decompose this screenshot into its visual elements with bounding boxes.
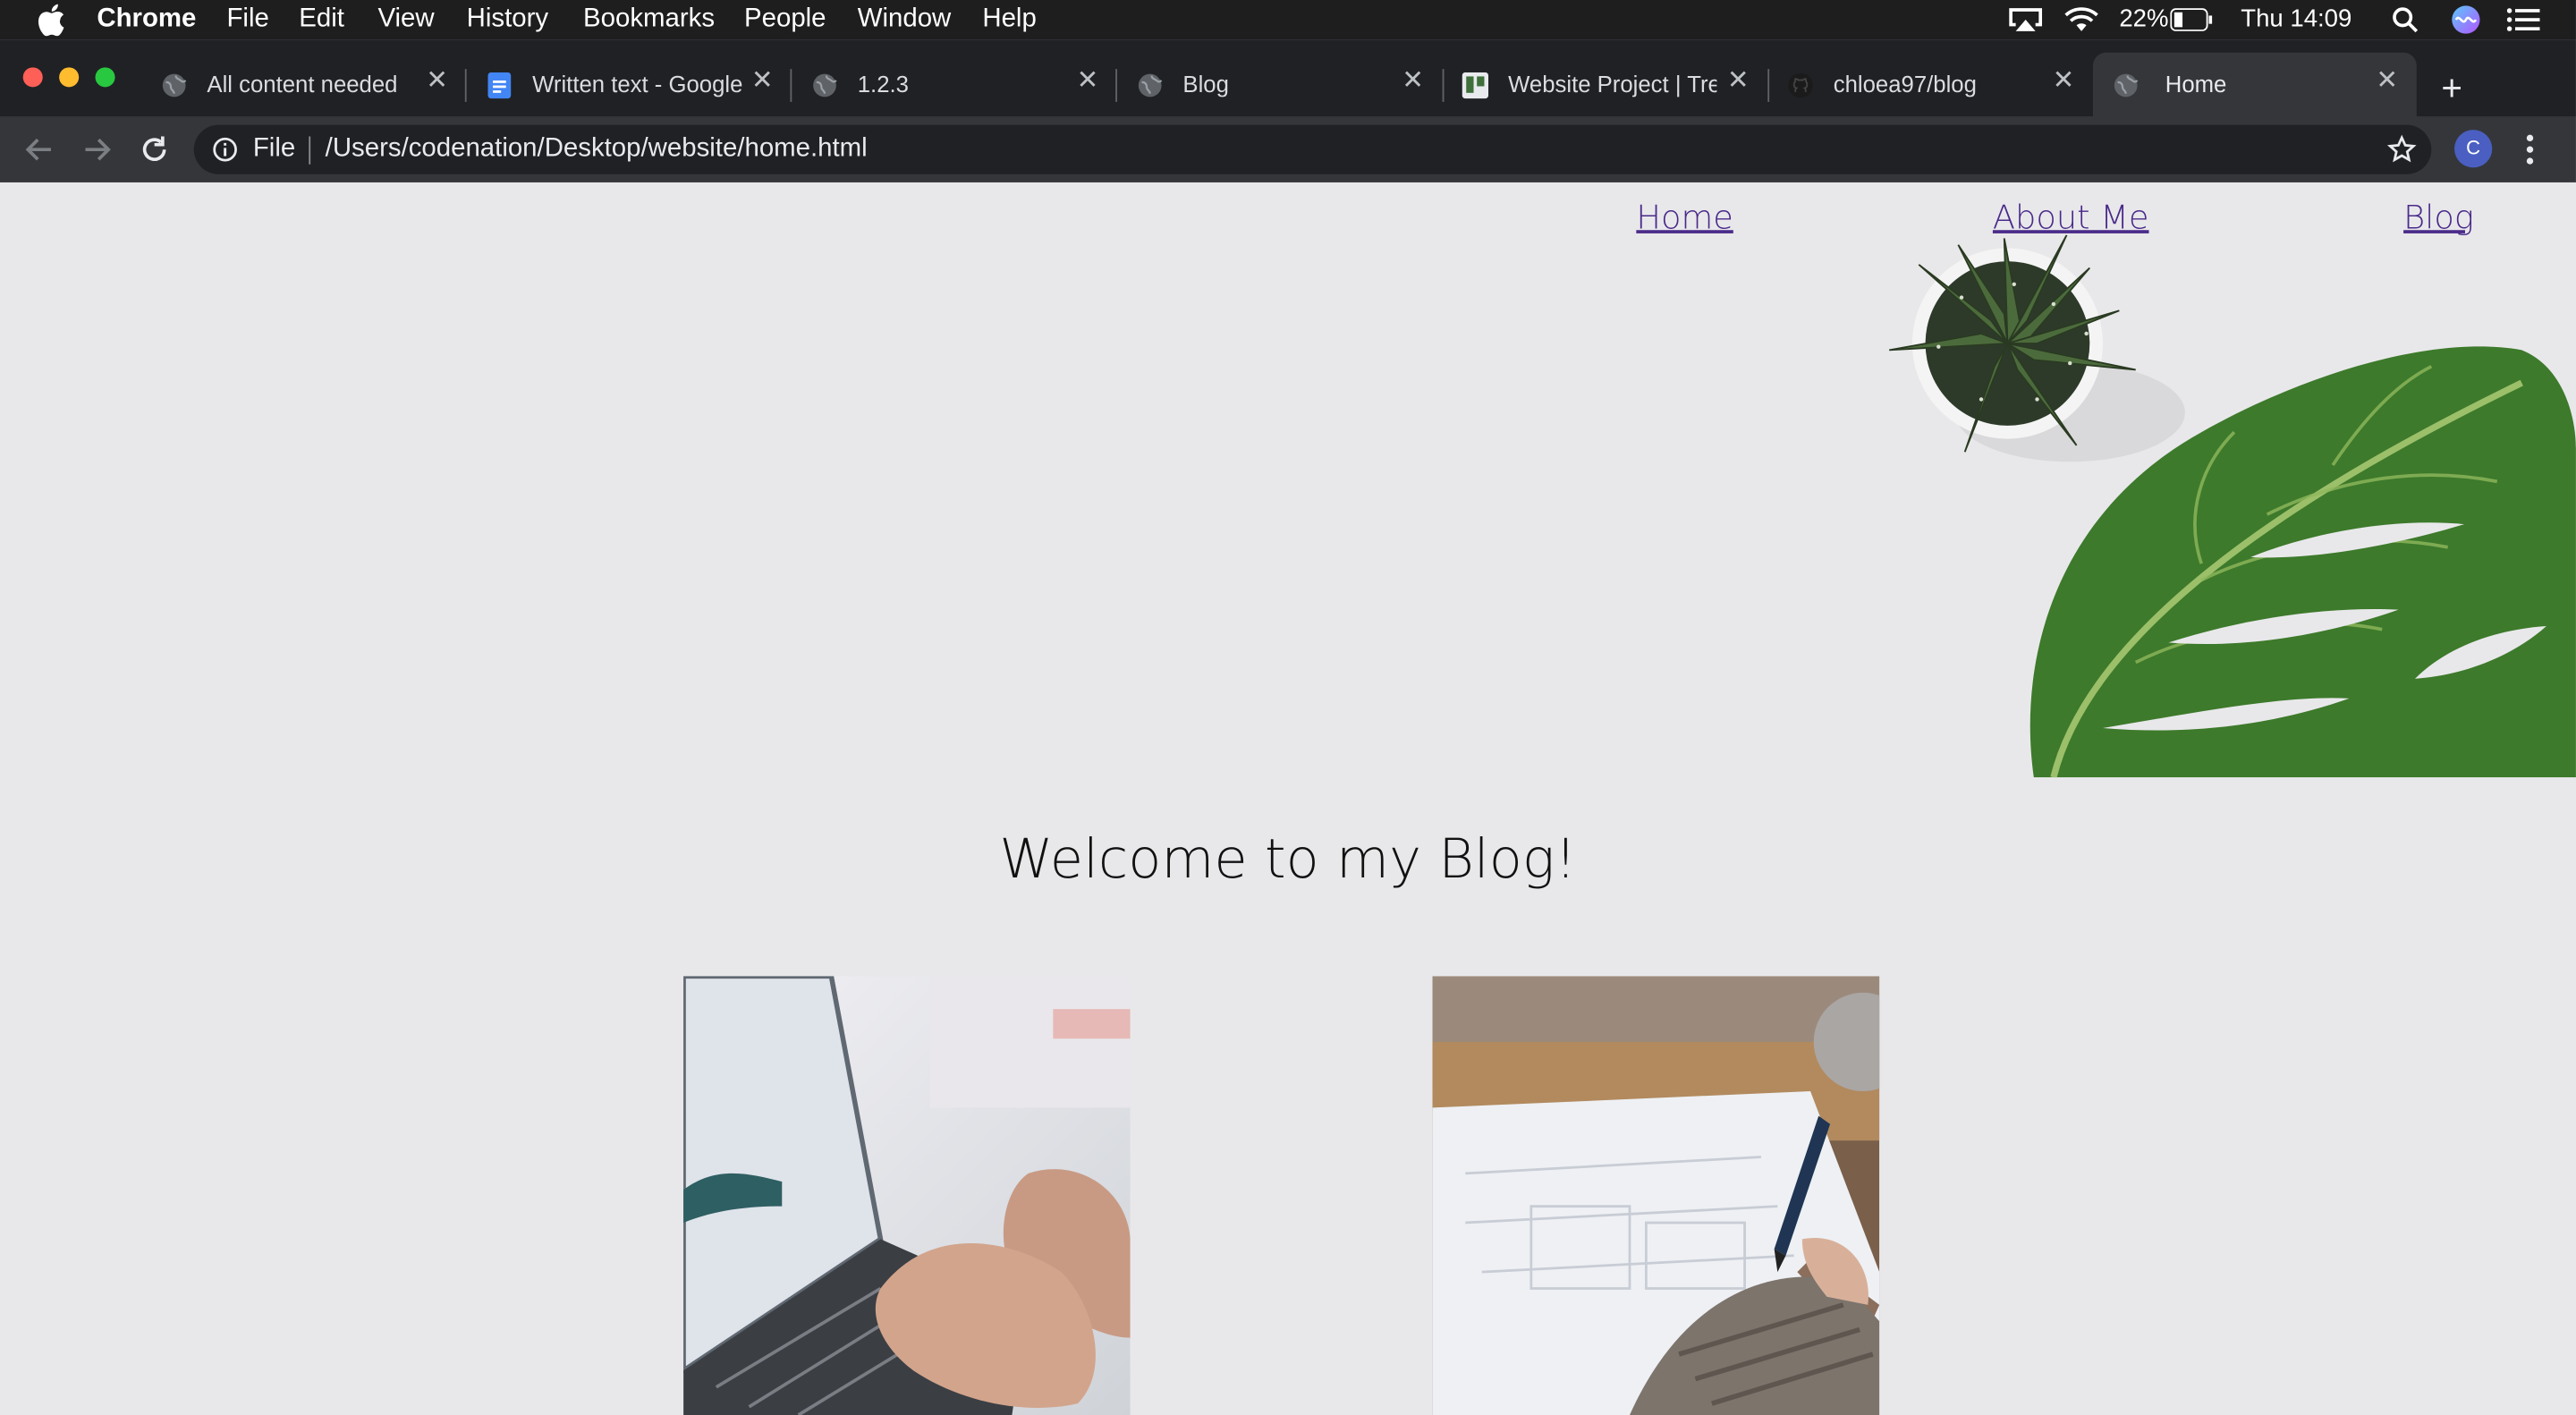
- bookmark-star-icon[interactable]: [2386, 134, 2417, 165]
- globe-icon: [2114, 73, 2139, 97]
- close-tab-icon[interactable]: ✕: [2374, 68, 2400, 95]
- github-icon: [1788, 72, 1813, 98]
- tab-title: Blog: [1182, 71, 1229, 97]
- more-menu-icon[interactable]: [2519, 131, 2542, 167]
- tab-title: Home: [2165, 71, 2227, 97]
- tab-1-2-3[interactable]: 1.2.3 ✕: [811, 53, 1107, 117]
- menu-bookmarks[interactable]: Bookmarks: [583, 5, 715, 35]
- status-area: 22% Thu 14:09: [2004, 5, 2563, 35]
- tab-title: All content needed: [207, 71, 398, 97]
- tab-written-text[interactable]: Written text - Google ✕: [487, 53, 783, 117]
- tab-title: Written text - Google: [532, 71, 743, 97]
- menu-edit[interactable]: Edit: [299, 5, 344, 35]
- menu-file[interactable]: File: [226, 5, 268, 35]
- info-icon[interactable]: [212, 137, 238, 163]
- menu-app-name[interactable]: Chrome: [97, 5, 196, 35]
- tab-home-active[interactable]: Home ✕: [2092, 52, 2417, 117]
- url-divider: [309, 136, 311, 165]
- globe-icon: [813, 73, 837, 97]
- globe-icon: [162, 73, 187, 97]
- nav-link-home[interactable]: Home: [1636, 197, 1733, 236]
- tab-separator: [1442, 69, 1445, 102]
- battery-icon[interactable]: [2170, 8, 2213, 31]
- browser-toolbar: File /Users/codenation/Desktop/website/h…: [0, 116, 2576, 182]
- zoom-window-button[interactable]: [95, 67, 115, 88]
- welcome-heading: Welcome to my Blog!: [999, 826, 1577, 891]
- reload-icon[interactable]: [136, 131, 172, 167]
- notification-center-icon[interactable]: [2506, 8, 2540, 31]
- tab-separator: [790, 69, 792, 102]
- siri-icon[interactable]: [2451, 5, 2480, 35]
- tab-blog[interactable]: Blog ✕: [1137, 53, 1433, 117]
- battery-percent: 22%: [2119, 4, 2169, 33]
- web-page: Home About Me Blog Welcome to my Blog!: [0, 182, 2576, 1415]
- url-scheme-label: File: [252, 134, 296, 163]
- minimize-window-button[interactable]: [59, 67, 80, 88]
- address-bar[interactable]: File /Users/codenation/Desktop/website/h…: [193, 124, 2432, 174]
- close-tab-icon[interactable]: ✕: [1400, 68, 1426, 95]
- globe-icon: [1138, 73, 1163, 97]
- plants-hero-image: [1889, 234, 2576, 778]
- tab-title: 1.2.3: [857, 71, 909, 97]
- close-tab-icon[interactable]: ✕: [424, 68, 450, 95]
- nav-link-about-me[interactable]: About Me: [1993, 197, 2149, 236]
- menu-people[interactable]: People: [744, 5, 826, 35]
- menu-window[interactable]: Window: [858, 5, 952, 35]
- screen: Chrome File Edit View History Bookmarks …: [0, 0, 2576, 1415]
- forward-arrow-icon[interactable]: [79, 131, 114, 167]
- menu-view[interactable]: View: [377, 5, 434, 35]
- close-tab-icon[interactable]: ✕: [750, 68, 775, 95]
- url-text[interactable]: /Users/codenation/Desktop/website/home.h…: [326, 135, 868, 165]
- clock[interactable]: Thu 14:09: [2241, 5, 2351, 33]
- tab-title: Website Project | Tre: [1508, 71, 1717, 97]
- tab-separator: [1115, 69, 1117, 102]
- close-tab-icon[interactable]: ✕: [2050, 68, 2076, 95]
- menu-help[interactable]: Help: [982, 5, 1036, 35]
- close-tab-icon[interactable]: ✕: [1725, 68, 1751, 95]
- close-window-button[interactable]: [22, 67, 43, 88]
- profile-avatar[interactable]: C: [2454, 130, 2493, 168]
- tab-separator: [464, 69, 467, 102]
- tab-separator: [1767, 69, 1770, 102]
- laptop-typing-photo[interactable]: [683, 976, 1131, 1415]
- tab-github-blog[interactable]: chloea97/blog ✕: [1787, 53, 2083, 117]
- wifi-icon[interactable]: [2063, 5, 2099, 33]
- tab-all-content-needed[interactable]: All content needed ✕: [161, 53, 457, 117]
- airplay-icon[interactable]: [2007, 6, 2043, 32]
- apple-logo-icon[interactable]: [36, 4, 65, 37]
- spotlight-search-icon[interactable]: [2392, 6, 2419, 33]
- tab-website-project[interactable]: Website Project | Tre ✕: [1462, 53, 1758, 117]
- new-tab-button[interactable]: +: [2441, 67, 2462, 110]
- tab-title: chloea97/blog: [1833, 71, 1977, 97]
- macos-menu-bar: Chrome File Edit View History Bookmarks …: [0, 0, 2576, 40]
- nav-link-blog[interactable]: Blog: [2403, 197, 2474, 236]
- tab-strip: All content needed ✕ Written text - Goog…: [0, 39, 2576, 117]
- close-tab-icon[interactable]: ✕: [1074, 68, 1100, 95]
- docs-icon: [487, 72, 512, 99]
- trello-icon: [1462, 72, 1489, 99]
- menu-history[interactable]: History: [467, 5, 548, 35]
- back-arrow-icon[interactable]: [21, 131, 57, 167]
- notebook-writing-photo[interactable]: [1432, 976, 1880, 1415]
